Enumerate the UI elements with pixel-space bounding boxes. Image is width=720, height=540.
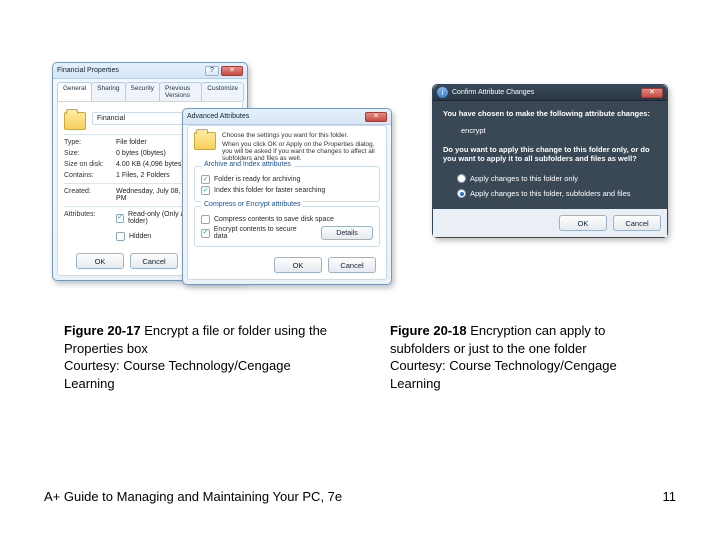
tab-security[interactable]: Security xyxy=(125,82,160,101)
properties-titlebar[interactable]: Financial Properties ? ✕ xyxy=(53,63,247,79)
close-icon[interactable]: ✕ xyxy=(365,112,387,122)
option-subfolders-label: Apply changes to this folder, subfolders… xyxy=(470,189,631,198)
confirm-footer: OK Cancel xyxy=(433,209,667,237)
cancel-button[interactable]: Cancel xyxy=(130,253,178,269)
tab-general[interactable]: General xyxy=(57,82,92,101)
index-checkbox[interactable] xyxy=(201,186,210,195)
caption-20-17: Figure 20-17 Encrypt a file or folder us… xyxy=(64,322,330,392)
confirm-line3: Do you want to apply this change to this… xyxy=(443,145,657,163)
contains-label: Contains: xyxy=(64,172,110,179)
advanced-body: Choose the settings you want for this fo… xyxy=(187,125,387,280)
confirm-body: You have chosen to make the following at… xyxy=(433,101,667,209)
caption-20-18: Figure 20-18 Encryption can apply to sub… xyxy=(390,322,656,392)
ok-button[interactable]: OK xyxy=(274,257,322,273)
option-subfolders[interactable] xyxy=(457,189,466,198)
folder-icon xyxy=(194,132,216,150)
page-number: 11 xyxy=(663,489,677,504)
caption-18-number: Figure 20-18 xyxy=(390,323,467,338)
option-this-folder[interactable] xyxy=(457,174,466,183)
details-button[interactable]: Details xyxy=(321,226,373,240)
ok-button[interactable]: OK xyxy=(559,215,607,231)
sod-label: Size on disk: xyxy=(64,161,110,168)
help-icon[interactable]: ? xyxy=(205,66,219,76)
ok-button[interactable]: OK xyxy=(76,253,124,269)
advanced-title: Advanced Attributes xyxy=(187,113,249,120)
close-icon[interactable]: ✕ xyxy=(641,88,663,98)
advanced-intro2: When you click OK or Apply on the Proper… xyxy=(222,141,380,162)
info-icon: i xyxy=(437,87,448,98)
encrypt-group: Compress or Encrypt attributes Compress … xyxy=(194,206,380,247)
tab-previous[interactable]: Previous Versions xyxy=(159,82,202,101)
cancel-button[interactable]: Cancel xyxy=(613,215,661,231)
confirm-line1: You have chosen to make the following at… xyxy=(443,109,657,118)
close-icon[interactable]: ✕ xyxy=(221,66,243,76)
caption-17-courtesy: Courtesy: Course Technology/Cengage Lear… xyxy=(64,358,291,391)
properties-title: Financial Properties xyxy=(57,67,119,74)
attr-label: Attributes: xyxy=(64,211,110,218)
advanced-attributes-dialog: Advanced Attributes ✕ Choose the setting… xyxy=(182,108,392,285)
readonly-checkbox[interactable] xyxy=(116,214,124,223)
compress-label: Compress contents to save disk space xyxy=(214,216,334,223)
confirm-dialog: i Confirm Attribute Changes ✕ You have c… xyxy=(432,84,668,238)
archive-group-title: Archive and Index attributes xyxy=(201,161,294,168)
properties-tabs: General Sharing Security Previous Versio… xyxy=(53,79,247,101)
footer-title: A+ Guide to Managing and Maintaining You… xyxy=(44,489,342,504)
confirm-titlebar[interactable]: i Confirm Attribute Changes ✕ xyxy=(433,85,667,101)
size-label: Size: xyxy=(64,150,110,157)
encrypt-label: Encrypt contents to secure data xyxy=(214,226,309,240)
caption-18-courtesy: Courtesy: Course Technology/Cengage Lear… xyxy=(390,358,617,391)
caption-17-number: Figure 20-17 xyxy=(64,323,141,338)
folder-icon xyxy=(64,112,86,130)
archive-label: Folder is ready for archiving xyxy=(214,176,300,183)
option-this-folder-label: Apply changes to this folder only xyxy=(470,174,578,183)
encrypt-group-title: Compress or Encrypt attributes xyxy=(201,201,303,208)
hidden-label: Hidden xyxy=(129,233,151,240)
created-label: Created: xyxy=(64,188,110,195)
index-label: Index this folder for faster searching xyxy=(214,187,325,194)
advanced-intro1: Choose the settings you want for this fo… xyxy=(222,132,380,139)
type-label: Type: xyxy=(64,139,110,146)
archive-checkbox[interactable] xyxy=(201,175,210,184)
cancel-button[interactable]: Cancel xyxy=(328,257,376,273)
tab-customize[interactable]: Customize xyxy=(201,82,244,101)
advanced-titlebar[interactable]: Advanced Attributes ✕ xyxy=(183,109,391,125)
compress-checkbox[interactable] xyxy=(201,215,210,224)
encrypt-checkbox[interactable] xyxy=(201,229,210,238)
hidden-checkbox[interactable] xyxy=(116,232,125,241)
tab-sharing[interactable]: Sharing xyxy=(91,82,125,101)
confirm-line2: encrypt xyxy=(461,126,657,135)
archive-group: Archive and Index attributes Folder is r… xyxy=(194,166,380,202)
confirm-title: Confirm Attribute Changes xyxy=(452,89,534,96)
